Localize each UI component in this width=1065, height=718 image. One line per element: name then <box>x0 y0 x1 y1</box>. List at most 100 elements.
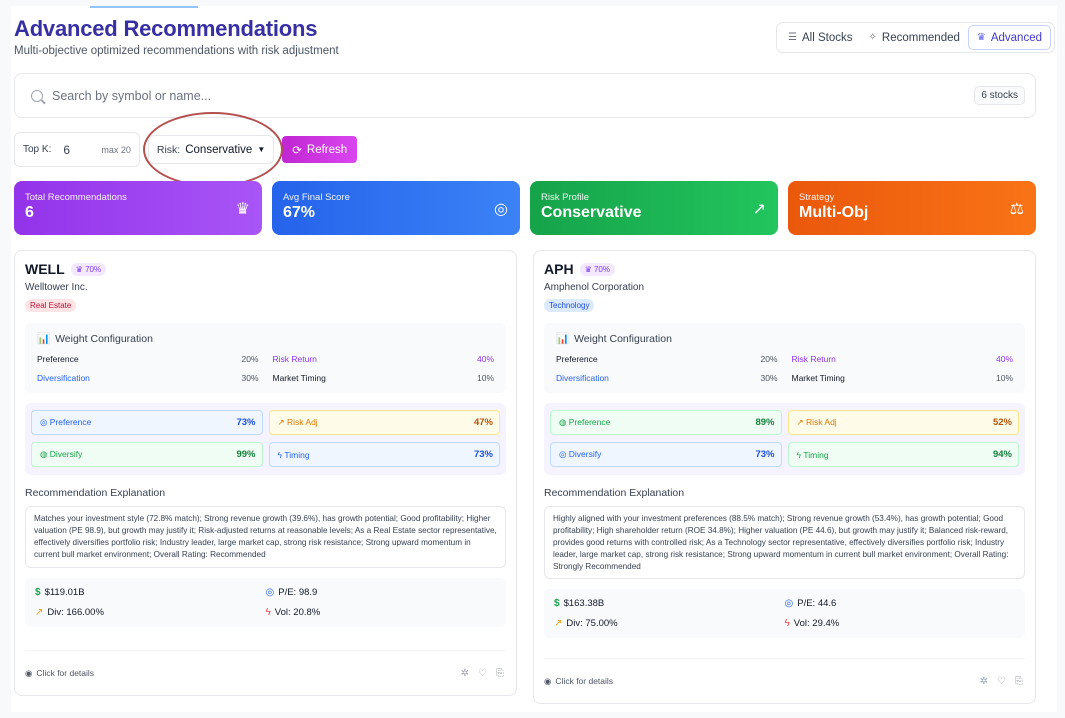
trend-up-icon: ↗ <box>752 201 766 218</box>
weight-value: 30% <box>241 373 259 383</box>
heart-icon[interactable]: ♡ <box>478 668 487 679</box>
weight-value: 10% <box>995 373 1013 383</box>
explanation-text: Matches your investment style (72.8% mat… <box>25 506 506 568</box>
score-breakdown: ◎ Preference 73% ↗ Risk Adj 47% ◍ Diversif… <box>25 403 506 475</box>
weight-label: Preference <box>37 354 79 364</box>
card-footer: ◉ Click for details ✲ ♡ ⎘ <box>25 650 506 695</box>
eye-icon: ◉ <box>25 667 33 678</box>
topk-label: Top K: <box>23 144 52 155</box>
search-icon <box>31 89 43 102</box>
search-bar: 6 stocks <box>14 73 1036 118</box>
metric-pe: ◎ P/E: 98.9 <box>266 587 497 598</box>
all-stocks-button[interactable]: ☰ All Stocks <box>780 25 860 50</box>
score-label-text: Preference <box>568 417 611 427</box>
score-val: 47% <box>473 417 493 428</box>
recommendation-card[interactable]: WELL ♛ 70% Welltower Inc. Real Estate 📊 W… <box>14 250 517 696</box>
score-label: ◎ Preference <box>40 417 92 427</box>
metric-value: P/E: 98.9 <box>278 586 318 598</box>
refresh-button[interactable]: ⟳ Refresh <box>282 136 358 163</box>
advanced-button[interactable]: ♛ Advanced <box>967 25 1051 50</box>
score-risk-adj: ↗ Risk Adj 52% <box>787 410 1019 435</box>
metric-market-cap: $ $163.38B <box>554 598 785 609</box>
brain-icon[interactable]: ✲ <box>461 668 469 679</box>
thumbs-down-icon[interactable]: ⎘ <box>496 668 504 679</box>
recommended-label: Recommended <box>881 31 960 44</box>
metrics: $ $163.38B ◎ P/E: 44.6 ↗ Div: 75.00% ϟ Vol: … <box>544 589 1025 639</box>
refresh-icon: ⟳ <box>292 144 302 157</box>
metric-value: Vol: 29.4% <box>793 618 840 630</box>
score-diversify: ◎ Diversify 73% <box>550 442 782 467</box>
weight-label: Diversification <box>37 373 90 383</box>
weight-label: Market Timing <box>272 373 326 383</box>
search-input[interactable] <box>52 88 975 103</box>
score-risk-adj: ↗ Risk Adj 47% <box>268 410 500 435</box>
score-preference: ◍ Preference 89% <box>550 410 782 435</box>
bar-chart-icon: 📊 <box>556 333 570 345</box>
sector-badge: Real Estate <box>25 299 77 312</box>
score-label-text: Diversify <box>49 449 83 459</box>
topk-input[interactable]: 6 <box>57 143 95 157</box>
score-label-text: Risk Adj <box>805 417 837 427</box>
weights-title-label: Weight Configuration <box>55 332 153 345</box>
recommendation-card[interactable]: APH ♛ 70% Amphenol Corporation Technolog… <box>533 250 1036 704</box>
card-footer: ◉ Click for details ✲ ♡ ⎘ <box>544 658 1025 703</box>
weight-value: 40% <box>995 354 1013 364</box>
weights-title-label: Weight Configuration <box>574 332 672 345</box>
topk-control: Top K: 6 max 20 <box>14 132 140 167</box>
lightning-icon: ϟ <box>784 618 790 630</box>
metric-pe: ◎ P/E: 44.6 <box>785 598 1016 609</box>
sparkle-icon: ✧ <box>868 32 877 43</box>
score-label: ↗ Risk Adj <box>277 417 318 427</box>
score-label-text: Timing <box>803 449 829 460</box>
weight-label: Preference <box>556 354 598 364</box>
weight-label: Risk Return <box>791 354 836 364</box>
stat-risk-profile: Risk Profile Conservative ↗ <box>530 181 778 235</box>
stock-symbol: WELL <box>25 261 65 277</box>
score-timing: ϟ Timing 73% <box>268 442 500 467</box>
weights-title: 📊 Weight Configuration <box>37 332 494 346</box>
score-label-text: Timing <box>284 449 310 460</box>
score-label-text: Preference <box>49 417 92 427</box>
metric-value: Div: 166.00% <box>47 606 104 618</box>
recommended-button[interactable]: ✧ Recommended <box>861 25 968 50</box>
weight-configuration: 📊 Weight Configuration Preference 20% Risk… <box>544 323 1025 393</box>
weight-risk-return: Risk Return 40% <box>792 354 1014 364</box>
brain-icon[interactable]: ✲ <box>980 676 988 687</box>
metric-div: ↗ Div: 166.00% <box>35 607 266 618</box>
stat-label: Total Recommendations <box>25 192 127 203</box>
weight-label: Diversification <box>556 373 609 383</box>
metrics: $ $119.01B ◎ P/E: 98.9 ↗ Div: 166.00% ϟ Vol:… <box>25 577 506 627</box>
click-for-details[interactable]: ◉ Click for details <box>25 668 94 679</box>
annotation-ellipse <box>143 112 283 187</box>
score-val: 73% <box>473 449 493 460</box>
weights-grid: Preference 20% Risk Return 40% Diversifica… <box>37 354 494 383</box>
click-for-details[interactable]: ◉ Click for details <box>544 676 613 687</box>
dollar-icon: $ <box>554 598 560 610</box>
target-icon: ◎ <box>784 598 794 610</box>
metric-value: Div: 75.00% <box>566 618 618 630</box>
thumbs-down-icon[interactable]: ⎘ <box>1015 676 1023 687</box>
card-actions: ✲ ♡ ⎘ <box>980 676 1025 687</box>
score-badge: ♛ 70% <box>579 262 615 276</box>
header: Advanced Recommendations Multi-objective… <box>14 16 1055 66</box>
weight-market-timing: Market Timing 10% <box>273 373 495 383</box>
score-badge: ♛ 70% <box>70 262 107 276</box>
metric-value: P/E: 44.6 <box>797 598 837 610</box>
weight-diversification: Diversification 30% <box>556 373 778 383</box>
bar-chart-icon: 📊 <box>37 333 51 345</box>
crown-icon: ♛ <box>235 201 250 218</box>
heart-icon[interactable]: ♡ <box>997 676 1006 687</box>
card-actions: ✲ ♡ ⎘ <box>461 668 506 679</box>
click-details-label: Click for details <box>555 676 614 686</box>
target-icon: ◎ <box>494 201 508 218</box>
stat-label: Risk Profile <box>541 192 590 203</box>
score-value: 70% <box>593 264 610 274</box>
score-val: 94% <box>992 449 1012 460</box>
weights-grid: Preference 20% Risk Return 40% Diversifica… <box>556 354 1013 383</box>
score-timing: ϟ Timing 94% <box>787 442 1019 467</box>
score-label: ϟ Timing <box>796 449 829 460</box>
all-stocks-label: All Stocks <box>802 31 853 44</box>
explanation-title: Recommendation Explanation <box>544 487 685 499</box>
score-label: ϟ Timing <box>277 449 310 460</box>
metric-value: $163.38B <box>563 598 605 610</box>
